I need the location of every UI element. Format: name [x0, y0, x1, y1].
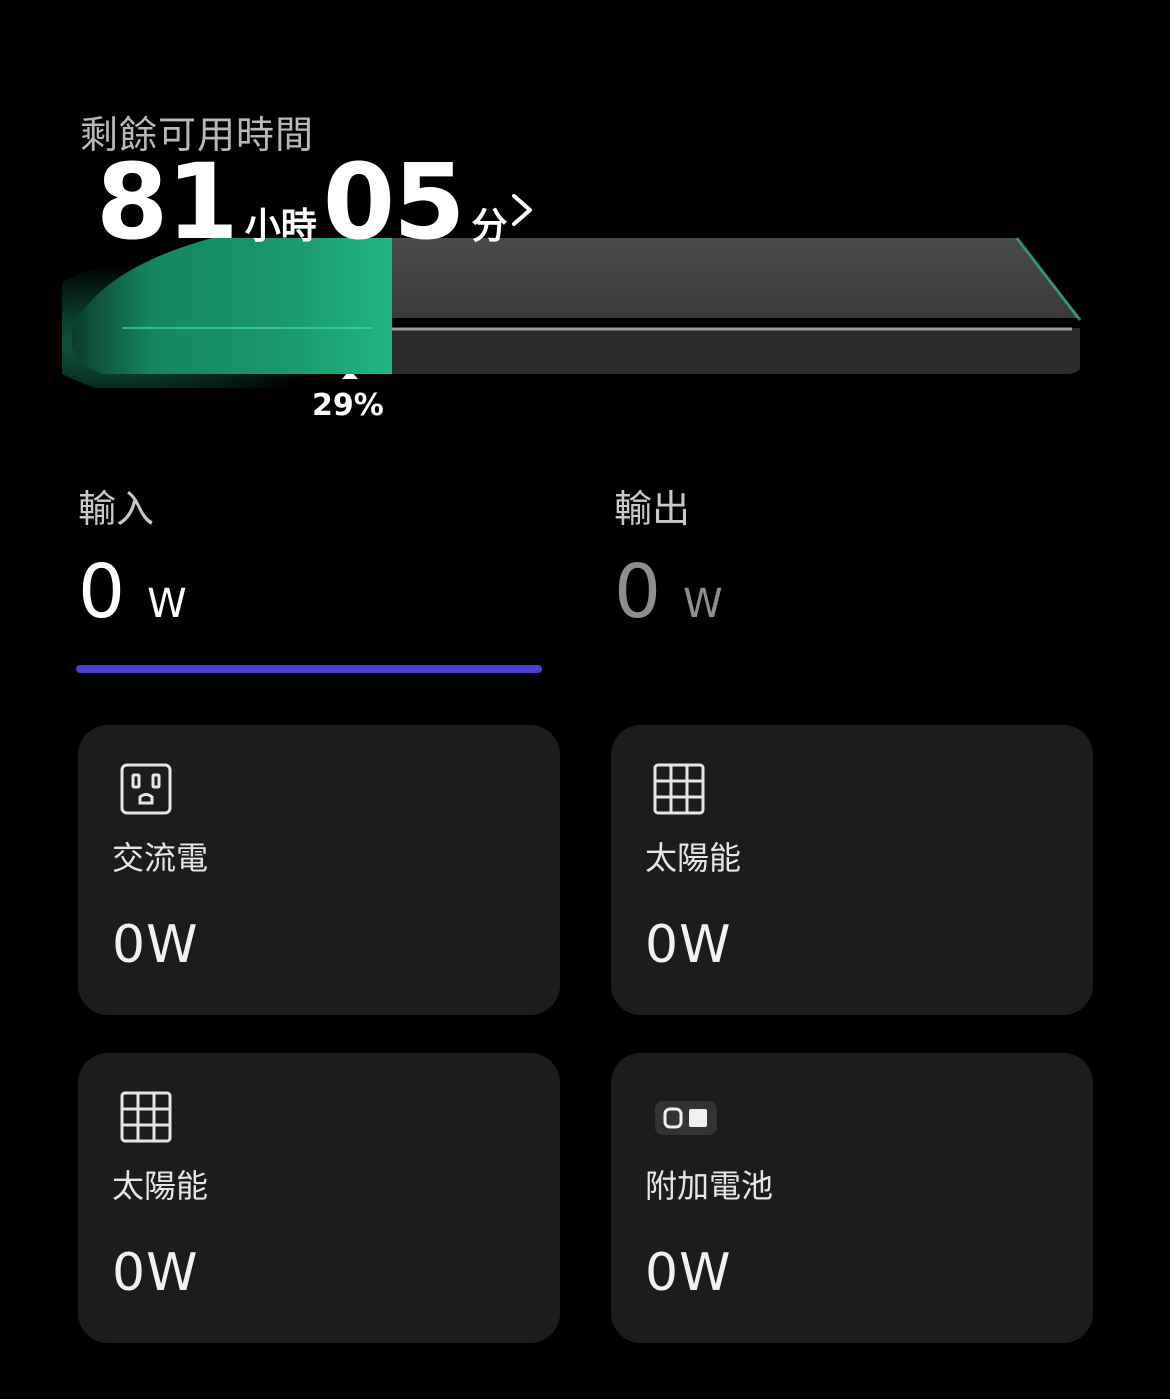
active-tab-indicator — [76, 665, 542, 673]
solar-panel-icon — [651, 761, 707, 817]
source-card-solar-2-label: 太陽能 — [112, 1167, 209, 1205]
tab-output-reading: 0 W — [614, 555, 723, 629]
source-card-ac-label: 交流電 — [112, 839, 209, 877]
tab-input-value: 0 — [78, 549, 126, 635]
hours-value: 81 — [96, 141, 239, 263]
chevron-right-glyph — [512, 194, 532, 226]
battery-level-percent: 29% — [312, 388, 384, 423]
tab-input[interactable]: 輸入 0 W — [78, 478, 187, 629]
source-card-solar-1[interactable]: 太陽能 0W — [611, 725, 1093, 1015]
tab-output[interactable]: 輸出 0 W — [614, 478, 723, 629]
source-card-solar-1-label: 太陽能 — [645, 839, 742, 877]
source-card-solar-1-value: 0W — [645, 915, 732, 975]
source-card-solar-2-value: 0W — [112, 1243, 199, 1303]
chevron-right-icon[interactable] — [508, 190, 538, 230]
remaining-time: 81 小時 05 分 — [96, 150, 514, 254]
tab-input-reading: 0 W — [78, 555, 187, 629]
source-card-extra-battery-label: 附加電池 — [645, 1167, 774, 1205]
tab-output-value: 0 — [614, 549, 662, 635]
source-card-ac-value: 0W — [112, 915, 199, 975]
tab-input-unit: W — [147, 581, 187, 627]
solar-panel-icon — [118, 1089, 174, 1145]
ac-outlet-icon — [118, 761, 174, 817]
power-station-screen: 剩餘可用時間 81 小時 05 分 29% 輸入 0 W 輸出 0 W 交流電 … — [0, 0, 1170, 1399]
source-card-solar-2[interactable]: 太陽能 0W — [78, 1053, 560, 1343]
minutes-unit: 分 — [471, 206, 508, 247]
tab-output-unit: W — [683, 581, 723, 627]
hours-unit: 小時 — [244, 206, 317, 247]
source-card-ac[interactable]: 交流電 0W — [78, 725, 560, 1015]
tab-input-label: 輸入 — [78, 487, 155, 531]
source-card-extra-battery[interactable]: 附加電池 0W — [611, 1053, 1093, 1343]
minutes-value: 05 — [322, 141, 466, 263]
source-card-extra-battery-value: 0W — [645, 1243, 732, 1303]
extra-battery-icon — [651, 1089, 717, 1145]
tab-output-label: 輸出 — [614, 487, 691, 531]
